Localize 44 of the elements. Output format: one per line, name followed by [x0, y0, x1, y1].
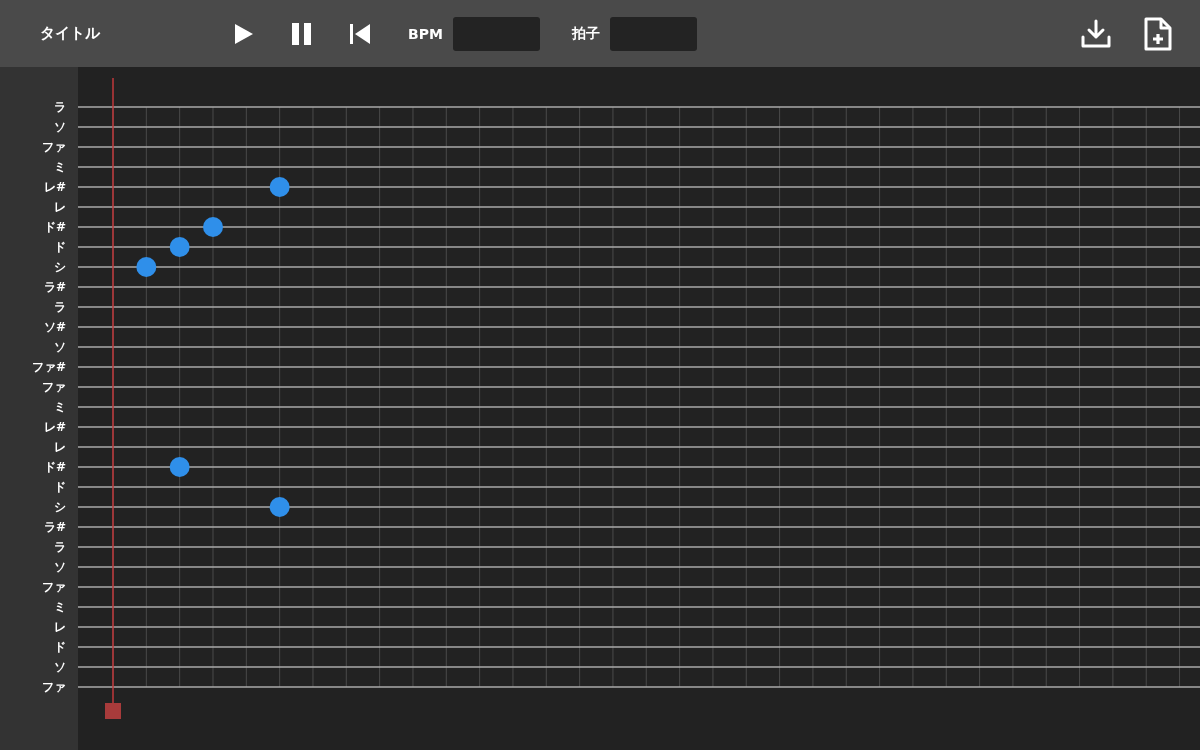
bpm-label: BPM: [408, 25, 443, 42]
app-title: タイトル: [40, 24, 101, 43]
note-dot[interactable]: [169, 457, 190, 477]
note-label: ファ: [42, 580, 66, 594]
playhead-marker[interactable]: [105, 77, 121, 719]
note-label: レ#: [43, 180, 66, 194]
note-label: ソ#: [43, 320, 66, 334]
note-label: レ: [54, 200, 66, 214]
meter-input-field[interactable]: [609, 16, 697, 51]
note-label: シ: [54, 500, 66, 514]
note-label: ラ: [54, 300, 66, 314]
note-dot[interactable]: [169, 237, 190, 257]
note-label: ド: [54, 640, 66, 654]
new-file-button[interactable]: [1142, 16, 1174, 51]
note-label: シ: [54, 260, 66, 274]
note-label: ファ#: [31, 360, 66, 374]
note-dot[interactable]: [269, 497, 290, 517]
note-label: ラ: [54, 540, 66, 554]
note-label: ミ: [54, 600, 66, 614]
note-label: ド: [54, 480, 66, 494]
note-label: レ: [54, 620, 66, 634]
note-dot[interactable]: [269, 177, 290, 197]
note-dot[interactable]: [203, 217, 223, 237]
note-label: ラ: [54, 100, 66, 114]
note-label: ソ: [54, 560, 66, 574]
note-label: レ: [54, 440, 66, 454]
note-label: ド#: [43, 220, 66, 234]
note-label: ミ: [54, 400, 66, 414]
note-dot[interactable]: [136, 257, 157, 277]
download-button[interactable]: [1080, 17, 1112, 50]
note-label: ラ#: [43, 280, 66, 294]
note-label: ド: [54, 240, 66, 254]
meter-label: 拍子: [571, 24, 600, 43]
note-label: ファ: [42, 380, 66, 394]
note-label: ソ: [54, 340, 66, 354]
bpm-input-field[interactable]: [452, 16, 540, 51]
note-label: ファ: [42, 680, 66, 694]
note-label: レ#: [43, 420, 66, 434]
note-label: ド#: [43, 460, 66, 474]
note-label: ソ: [54, 660, 66, 674]
note-label: ファ: [42, 140, 66, 154]
note-label: ソ: [54, 120, 66, 134]
note-label: ミ: [54, 160, 66, 174]
note-label: ラ#: [43, 520, 66, 534]
